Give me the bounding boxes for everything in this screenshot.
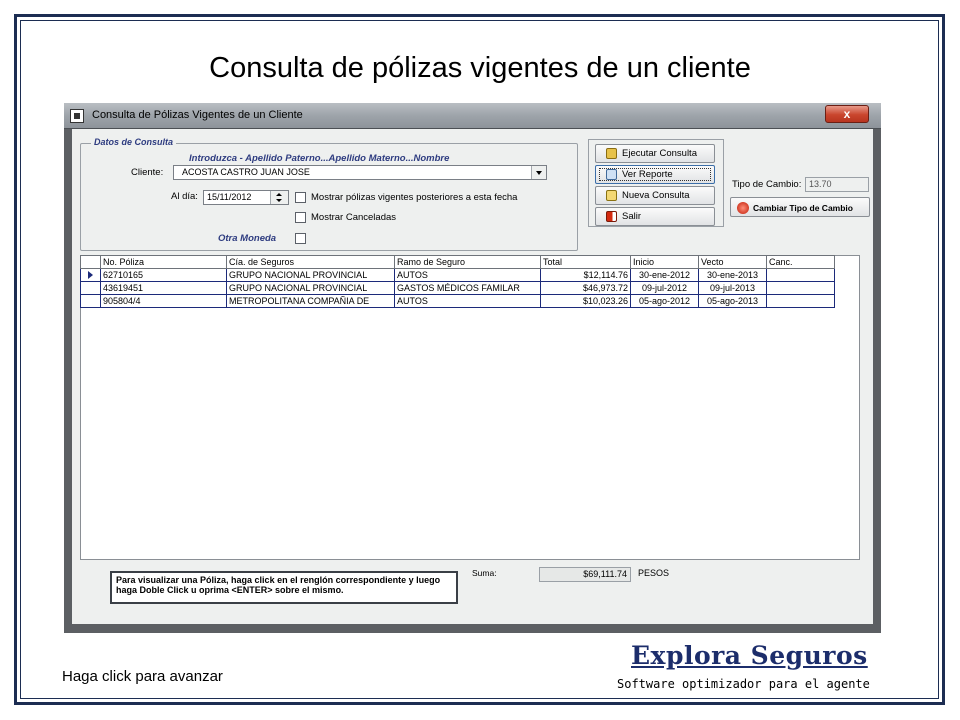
window-titlebar[interactable]: Consulta de Pólizas Vigentes de un Clien… [64, 103, 881, 129]
change-exchange-rate-button[interactable]: Cambiar Tipo de Cambio [730, 197, 870, 217]
exchange-rate-value: 13.70 [809, 179, 832, 189]
cell-total[interactable]: $10,023.26 [540, 294, 631, 308]
cell-canc[interactable] [766, 294, 835, 308]
client-hint: Introduzca - Apellido Paterno...Apellido… [189, 153, 450, 164]
query-group: Datos de Consulta Introduzca - Apellido … [80, 137, 578, 251]
cell-cia[interactable]: GRUPO NACIONAL PROVINCIAL [226, 268, 395, 282]
sum-field: $69,111.74 [539, 567, 631, 582]
cell-canc[interactable] [766, 268, 835, 282]
table-row[interactable]: 62710165 GRUPO NACIONAL PROVINCIAL AUTOS… [80, 268, 835, 282]
policies-grid-content: No. Póliza Cía. de Seguros Ramo de Segur… [80, 255, 860, 560]
column-header-ramo[interactable]: Ramo de Seguro [394, 255, 541, 269]
execute-query-label: Ejecutar Consulta [622, 148, 697, 159]
exit-label: Salir [622, 211, 642, 222]
cell-vecto[interactable]: 05-ago-2013 [698, 294, 767, 308]
currency-label: PESOS [638, 568, 670, 578]
canceled-label: Mostrar Canceladas [311, 212, 397, 223]
view-report-label: Ver Reporte [622, 169, 673, 180]
info-text: Para visualizar una Póliza, haga click e… [110, 571, 458, 604]
execute-icon [606, 148, 617, 159]
cell-ramo[interactable]: AUTOS [394, 268, 541, 282]
exchange-rate-label: Tipo de Cambio: [732, 179, 802, 190]
brand-logo: Explora Seguros [631, 641, 868, 670]
client-combobox[interactable]: ACOSTA CASTRO JUAN JOSE [173, 165, 547, 180]
client-value: ACOSTA CASTRO JUAN JOSE [182, 167, 310, 177]
cell-ramo[interactable]: GASTOS MÉDICOS FAMILAR [394, 281, 541, 295]
window-client-area: Datos de Consulta Introduzca - Apellido … [72, 129, 873, 624]
exit-door-icon [606, 211, 617, 222]
client-label: Cliente: [131, 167, 164, 178]
policies-table: No. Póliza Cía. de Seguros Ramo de Segur… [80, 255, 835, 308]
exit-button[interactable]: Salir [595, 207, 715, 226]
cell-ramo[interactable]: AUTOS [394, 294, 541, 308]
table-header-row: No. Póliza Cía. de Seguros Ramo de Segur… [80, 255, 835, 269]
change-exchange-rate-label: Cambiar Tipo de Cambio [753, 203, 853, 213]
column-header-total[interactable]: Total [540, 255, 631, 269]
slide-title: Consulta de pólizas vigentes de un clien… [209, 52, 751, 84]
date-spinner[interactable] [270, 191, 288, 204]
cell-inicio[interactable]: 30-ene-2012 [630, 268, 699, 282]
exchange-icon [737, 202, 749, 214]
cell-poliza[interactable]: 62710165 [100, 268, 227, 282]
later-policies-label: Mostrar pólizas vigentes posteriores a e… [311, 192, 518, 203]
cell-vecto[interactable]: 30-ene-2013 [698, 268, 767, 282]
action-button-panel: Ejecutar Consulta Ver Reporte Nueva Cons… [588, 139, 724, 227]
table-row[interactable]: 905804/4 METROPOLITANA COMPAÑIA DE AUTOS… [80, 294, 835, 308]
other-currency-label: Otra Moneda [218, 233, 277, 244]
cell-canc[interactable] [766, 281, 835, 295]
cell-inicio[interactable]: 09-jul-2012 [630, 281, 699, 295]
spin-down-icon[interactable] [276, 199, 282, 202]
sum-label: Suma: [472, 568, 497, 578]
app-window: Consulta de Pólizas Vigentes de un Clien… [64, 103, 881, 633]
column-header-vecto[interactable]: Vecto [698, 255, 767, 269]
cell-total[interactable]: $46,973.72 [540, 281, 631, 295]
close-button[interactable]: x [825, 105, 869, 123]
later-policies-checkbox[interactable] [295, 192, 306, 203]
cell-cia[interactable]: METROPOLITANA COMPAÑIA DE [226, 294, 395, 308]
column-header-inicio[interactable]: Inicio [630, 255, 699, 269]
row-indicator [80, 268, 101, 282]
query-group-legend: Datos de Consulta [91, 137, 177, 147]
cell-cia[interactable]: GRUPO NACIONAL PROVINCIAL [226, 281, 395, 295]
header-indicator [80, 255, 101, 269]
table-row[interactable]: 43619451 GRUPO NACIONAL PROVINCIAL GASTO… [80, 281, 835, 295]
row-indicator [80, 294, 101, 308]
other-currency-checkbox[interactable] [295, 233, 306, 244]
new-query-label: Nueva Consulta [622, 190, 690, 201]
exchange-rate-field: 13.70 [805, 177, 869, 192]
date-label: Al día: [171, 191, 198, 202]
cell-vecto[interactable]: 09-jul-2013 [698, 281, 767, 295]
column-header-canc[interactable]: Canc. [766, 255, 835, 269]
app-icon [70, 109, 84, 123]
report-icon [606, 169, 617, 180]
date-value: 15/11/2012 [207, 192, 252, 202]
execute-query-button[interactable]: Ejecutar Consulta [595, 144, 715, 163]
row-indicator [80, 281, 101, 295]
slide: Consulta de pólizas vigentes de un clien… [0, 0, 960, 720]
cell-poliza[interactable]: 905804/4 [100, 294, 227, 308]
sum-value: $69,111.74 [583, 569, 627, 579]
column-header-cia[interactable]: Cía. de Seguros [226, 255, 395, 269]
canceled-checkbox[interactable] [295, 212, 306, 223]
current-row-arrow-icon [88, 271, 93, 279]
cell-total[interactable]: $12,114.76 [540, 268, 631, 282]
column-header-poliza[interactable]: No. Póliza [100, 255, 227, 269]
date-picker[interactable]: 15/11/2012 [203, 190, 289, 205]
view-report-button[interactable]: Ver Reporte [595, 165, 715, 184]
cell-poliza[interactable]: 43619451 [100, 281, 227, 295]
chevron-down-icon[interactable] [531, 166, 546, 179]
spin-up-icon[interactable] [276, 193, 282, 196]
brand-tagline: Software optimizador para el agente [617, 677, 870, 691]
advance-hint[interactable]: Haga click para avanzar [62, 668, 223, 685]
cell-inicio[interactable]: 05-ago-2012 [630, 294, 699, 308]
new-query-icon [606, 190, 617, 201]
window-title: Consulta de Pólizas Vigentes de un Clien… [92, 109, 303, 121]
new-query-button[interactable]: Nueva Consulta [595, 186, 715, 205]
